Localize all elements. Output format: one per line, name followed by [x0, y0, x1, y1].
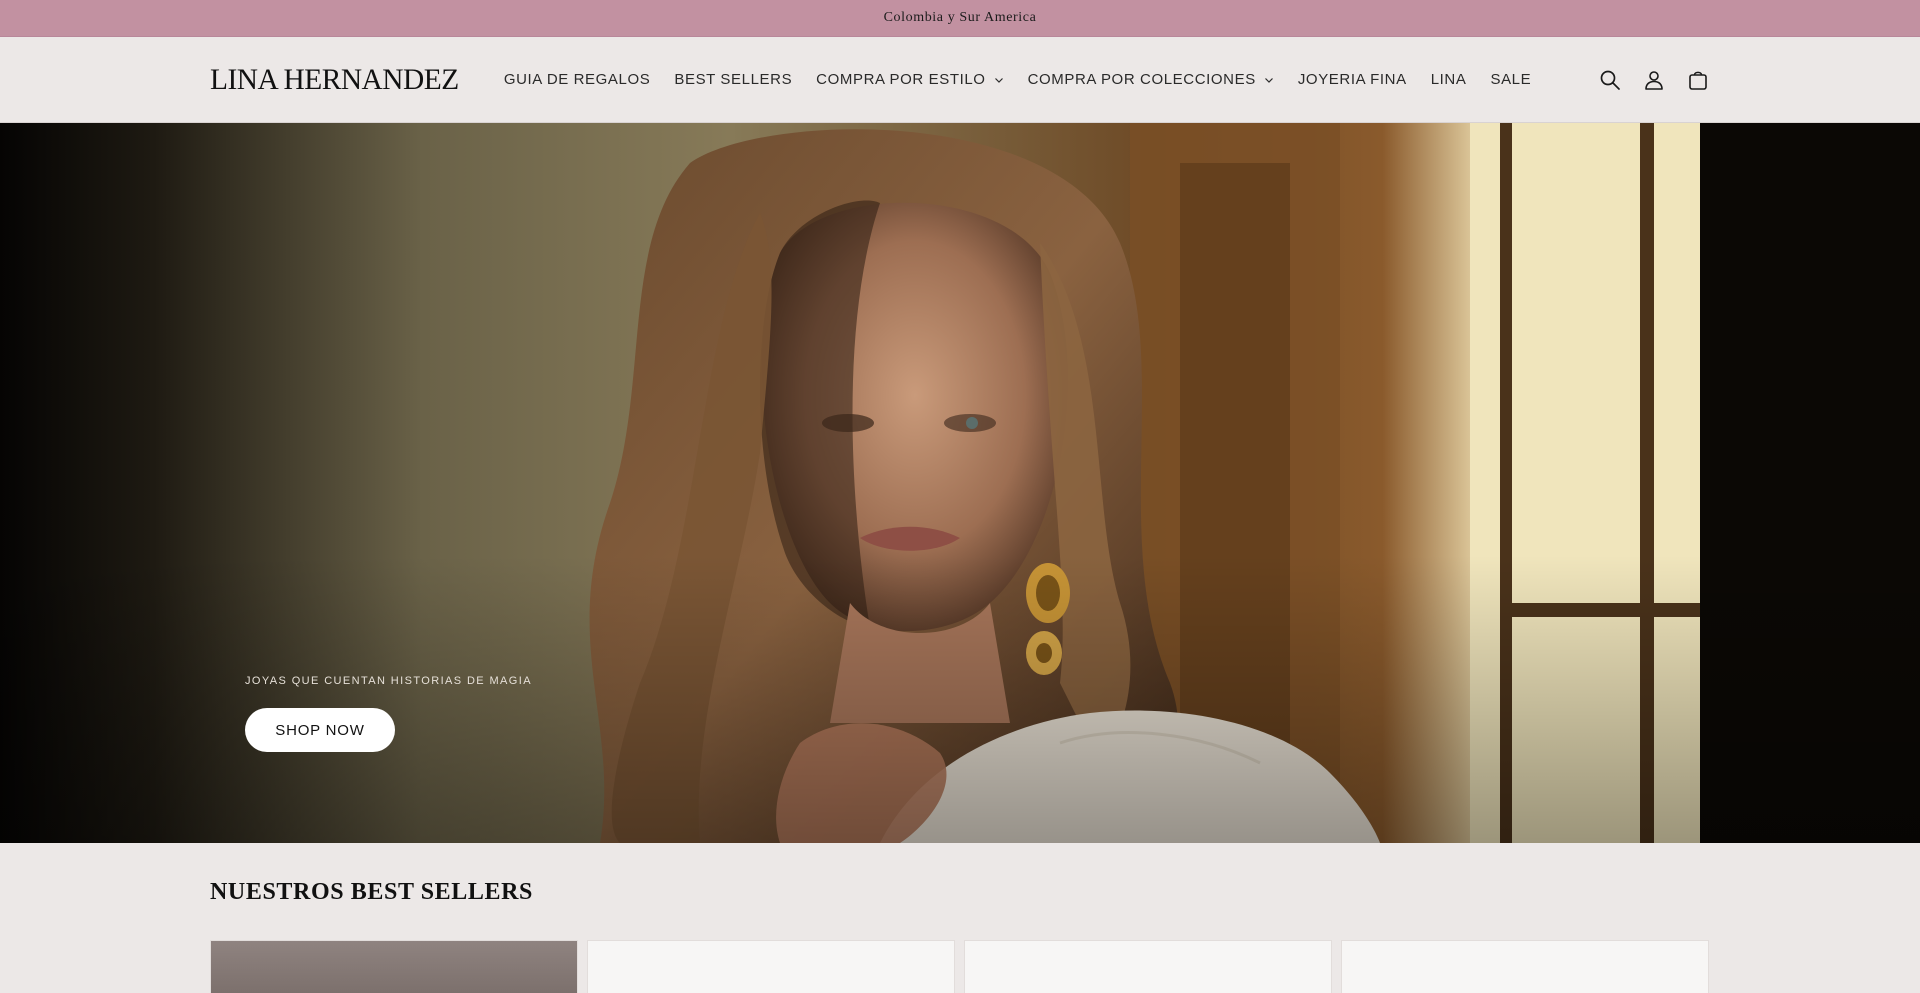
- cart-icon[interactable]: [1686, 68, 1710, 92]
- best-sellers-section: NUESTROS BEST SELLERS: [0, 843, 1920, 993]
- product-card[interactable]: [1341, 940, 1709, 993]
- nav-item-best-sellers[interactable]: BEST SELLERS: [674, 71, 792, 88]
- product-card[interactable]: [964, 940, 1332, 993]
- announcement-text: Colombia y Sur America: [883, 10, 1037, 25]
- hero-tagline: JOYAS QUE CUENTAN HISTORIAS DE MAGIA: [245, 675, 532, 687]
- nav-item-sale[interactable]: SALE: [1490, 71, 1531, 88]
- product-card[interactable]: [587, 940, 955, 993]
- header-icons: [1598, 37, 1710, 123]
- site-header: LINA HERNANDEZ GUIA DE REGALOS BEST SELL…: [0, 37, 1920, 123]
- nav-item-joyeria-fina[interactable]: JOYERIA FINA: [1298, 71, 1407, 88]
- shop-now-button[interactable]: SHOP NOW: [245, 708, 395, 752]
- account-icon[interactable]: [1642, 68, 1666, 92]
- chevron-down-icon: [1264, 75, 1274, 85]
- product-grid: [210, 940, 1709, 993]
- section-title: NUESTROS BEST SELLERS: [210, 879, 533, 905]
- nav-item-compra-por-estilo[interactable]: COMPRA POR ESTILO: [816, 71, 1003, 88]
- announcement-bar: Colombia y Sur America: [0, 0, 1920, 37]
- chevron-down-icon: [994, 75, 1004, 85]
- nav-item-lina[interactable]: LINA: [1431, 71, 1467, 88]
- nav-item-compra-por-colecciones[interactable]: COMPRA POR COLECCIONES: [1028, 71, 1274, 88]
- brand-logo[interactable]: LINA HERNANDEZ: [210, 63, 459, 97]
- search-icon[interactable]: [1598, 68, 1622, 92]
- hero-banner: JOYAS QUE CUENTAN HISTORIAS DE MAGIA SHO…: [0, 123, 1920, 843]
- main-nav: GUIA DE REGALOS BEST SELLERS COMPRA POR …: [504, 71, 1555, 88]
- nav-item-guia-de-regalos[interactable]: GUIA DE REGALOS: [504, 71, 651, 88]
- product-card[interactable]: [210, 940, 578, 993]
